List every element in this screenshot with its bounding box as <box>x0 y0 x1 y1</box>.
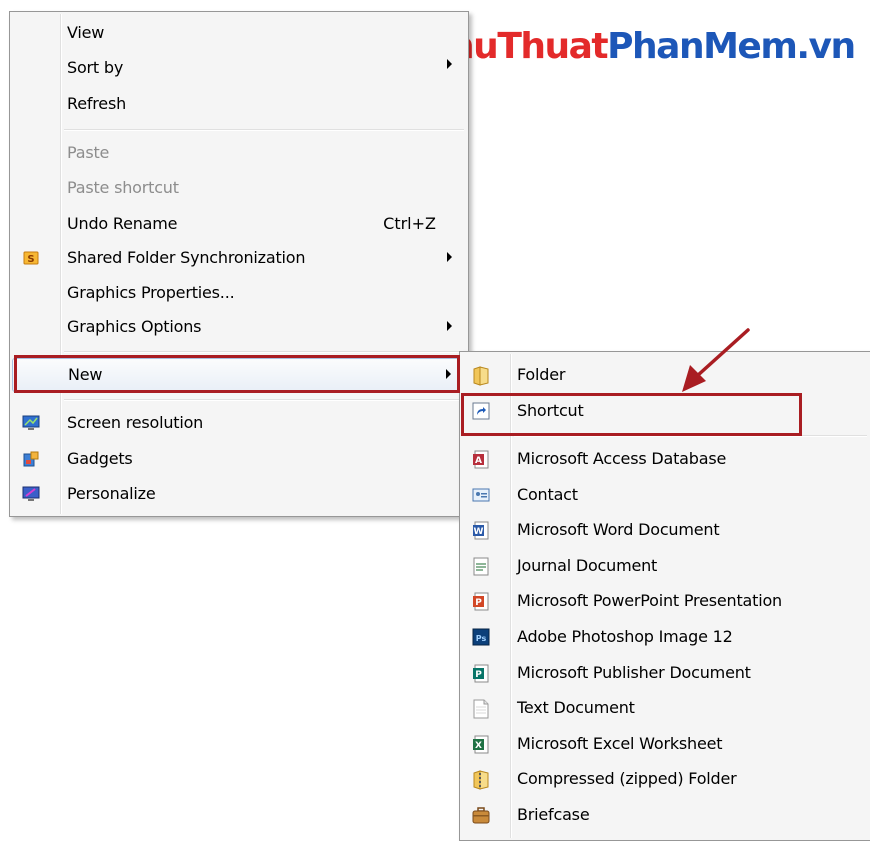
new-item-journal-document[interactable]: Journal Document <box>462 549 869 583</box>
keyboard-shortcut-text: Ctrl+Z <box>383 214 436 233</box>
new-item-access-database[interactable]: A Microsoft Access Database <box>462 442 869 476</box>
menu-separator <box>64 399 464 401</box>
menu-item-undo-rename[interactable]: Undo Rename Ctrl+Z <box>12 207 466 241</box>
highlight-box-shortcut <box>461 393 802 436</box>
menu-item-label: Paste shortcut <box>67 178 179 197</box>
svg-text:Ps: Ps <box>476 634 487 643</box>
menu-item-label: Microsoft Word Document <box>517 520 720 539</box>
new-item-zipped-folder[interactable]: Compressed (zipped) Folder <box>462 762 869 796</box>
menu-item-sort-by[interactable]: Sort by <box>12 51 466 85</box>
svg-text:P: P <box>475 598 482 608</box>
publisher-icon: P <box>472 664 490 683</box>
menu-item-paste-shortcut: Paste shortcut <box>12 171 466 205</box>
menu-item-graphics-options[interactable]: Graphics Options <box>12 310 466 344</box>
svg-text:S: S <box>27 254 34 265</box>
menu-item-label: Shared Folder Synchronization <box>67 248 306 267</box>
new-item-text-document[interactable]: Text Document <box>462 691 869 725</box>
desktop-context-menu: View Sort by Refresh Paste Paste shortcu… <box>9 11 469 517</box>
menu-item-refresh[interactable]: Refresh <box>12 87 466 121</box>
menu-item-label: Refresh <box>67 94 127 113</box>
menu-item-paste: Paste <box>12 136 466 170</box>
menu-item-label: Adobe Photoshop Image 12 <box>517 627 733 646</box>
menu-item-label: Microsoft Excel Worksheet <box>517 734 723 753</box>
menu-item-label: Compressed (zipped) Folder <box>517 769 737 788</box>
new-item-briefcase[interactable]: Briefcase <box>462 798 869 832</box>
menu-item-label: Graphics Options <box>67 317 202 336</box>
new-item-contact[interactable]: Contact <box>462 478 869 512</box>
menu-item-screen-resolution[interactable]: Screen resolution <box>12 406 466 440</box>
menu-item-label: Gadgets <box>67 449 133 468</box>
zipped-folder-icon <box>472 770 490 790</box>
new-item-folder[interactable]: Folder <box>462 358 869 392</box>
photoshop-icon: Ps <box>472 628 490 646</box>
new-item-excel-worksheet[interactable]: X Microsoft Excel Worksheet <box>462 727 869 761</box>
menu-separator <box>64 129 464 131</box>
svg-text:W: W <box>474 527 484 537</box>
word-document-icon: W <box>472 521 490 540</box>
powerpoint-icon: P <box>472 592 490 611</box>
menu-item-label: Folder <box>517 365 566 384</box>
site-logo: ThuThuatPhanMem.vn <box>426 26 856 67</box>
menu-item-label: Microsoft PowerPoint Presentation <box>517 591 782 610</box>
personalize-icon <box>22 485 40 503</box>
menu-item-label: Screen resolution <box>67 413 204 432</box>
folder-icon <box>472 366 490 386</box>
contact-card-icon <box>472 486 490 504</box>
screen-resolution-icon <box>22 414 40 432</box>
svg-text:P: P <box>475 670 482 680</box>
menu-item-label: Graphics Properties... <box>67 283 235 302</box>
new-item-photoshop-image[interactable]: Ps Adobe Photoshop Image 12 <box>462 620 869 654</box>
menu-item-graphics-properties[interactable]: Graphics Properties... <box>12 276 466 310</box>
submenu-arrow-icon <box>447 321 452 331</box>
menu-item-label: Text Document <box>517 698 635 717</box>
menu-item-view[interactable]: View <box>12 16 466 69</box>
menu-item-label: Journal Document <box>517 556 658 575</box>
menu-item-label: Personalize <box>67 484 156 503</box>
menu-item-label: Paste <box>67 143 110 162</box>
submenu-arrow-icon <box>447 252 452 262</box>
menu-item-label: Sort by <box>67 58 124 77</box>
access-database-icon: A <box>472 450 490 469</box>
svg-text:X: X <box>475 741 482 751</box>
menu-item-label: Undo Rename <box>67 214 178 233</box>
menu-item-label: Briefcase <box>517 805 590 824</box>
menu-item-label: View <box>67 23 105 42</box>
menu-item-label: Microsoft Publisher Document <box>517 663 751 682</box>
journal-document-icon <box>472 557 490 576</box>
menu-separator <box>64 351 464 353</box>
logo-part-blue: PhanMem.vn <box>607 26 856 67</box>
shared-folder-sync-icon: S <box>22 249 40 267</box>
menu-item-label: Contact <box>517 485 578 504</box>
new-item-word-document[interactable]: W Microsoft Word Document <box>462 513 869 547</box>
text-document-icon <box>472 699 490 719</box>
briefcase-icon <box>472 806 490 824</box>
new-item-publisher-document[interactable]: P Microsoft Publisher Document <box>462 656 869 690</box>
menu-item-label: Microsoft Access Database <box>517 449 727 468</box>
menu-item-shared-folder-sync[interactable]: S Shared Folder Synchronization <box>12 241 466 275</box>
menu-item-gadgets[interactable]: Gadgets <box>12 442 466 476</box>
new-item-powerpoint-presentation[interactable]: P Microsoft PowerPoint Presentation <box>462 584 869 618</box>
menu-item-personalize[interactable]: Personalize <box>12 477 466 511</box>
svg-text:A: A <box>475 456 482 466</box>
excel-icon: X <box>472 735 490 754</box>
highlight-box-new <box>14 355 460 393</box>
gadgets-icon <box>22 450 40 468</box>
